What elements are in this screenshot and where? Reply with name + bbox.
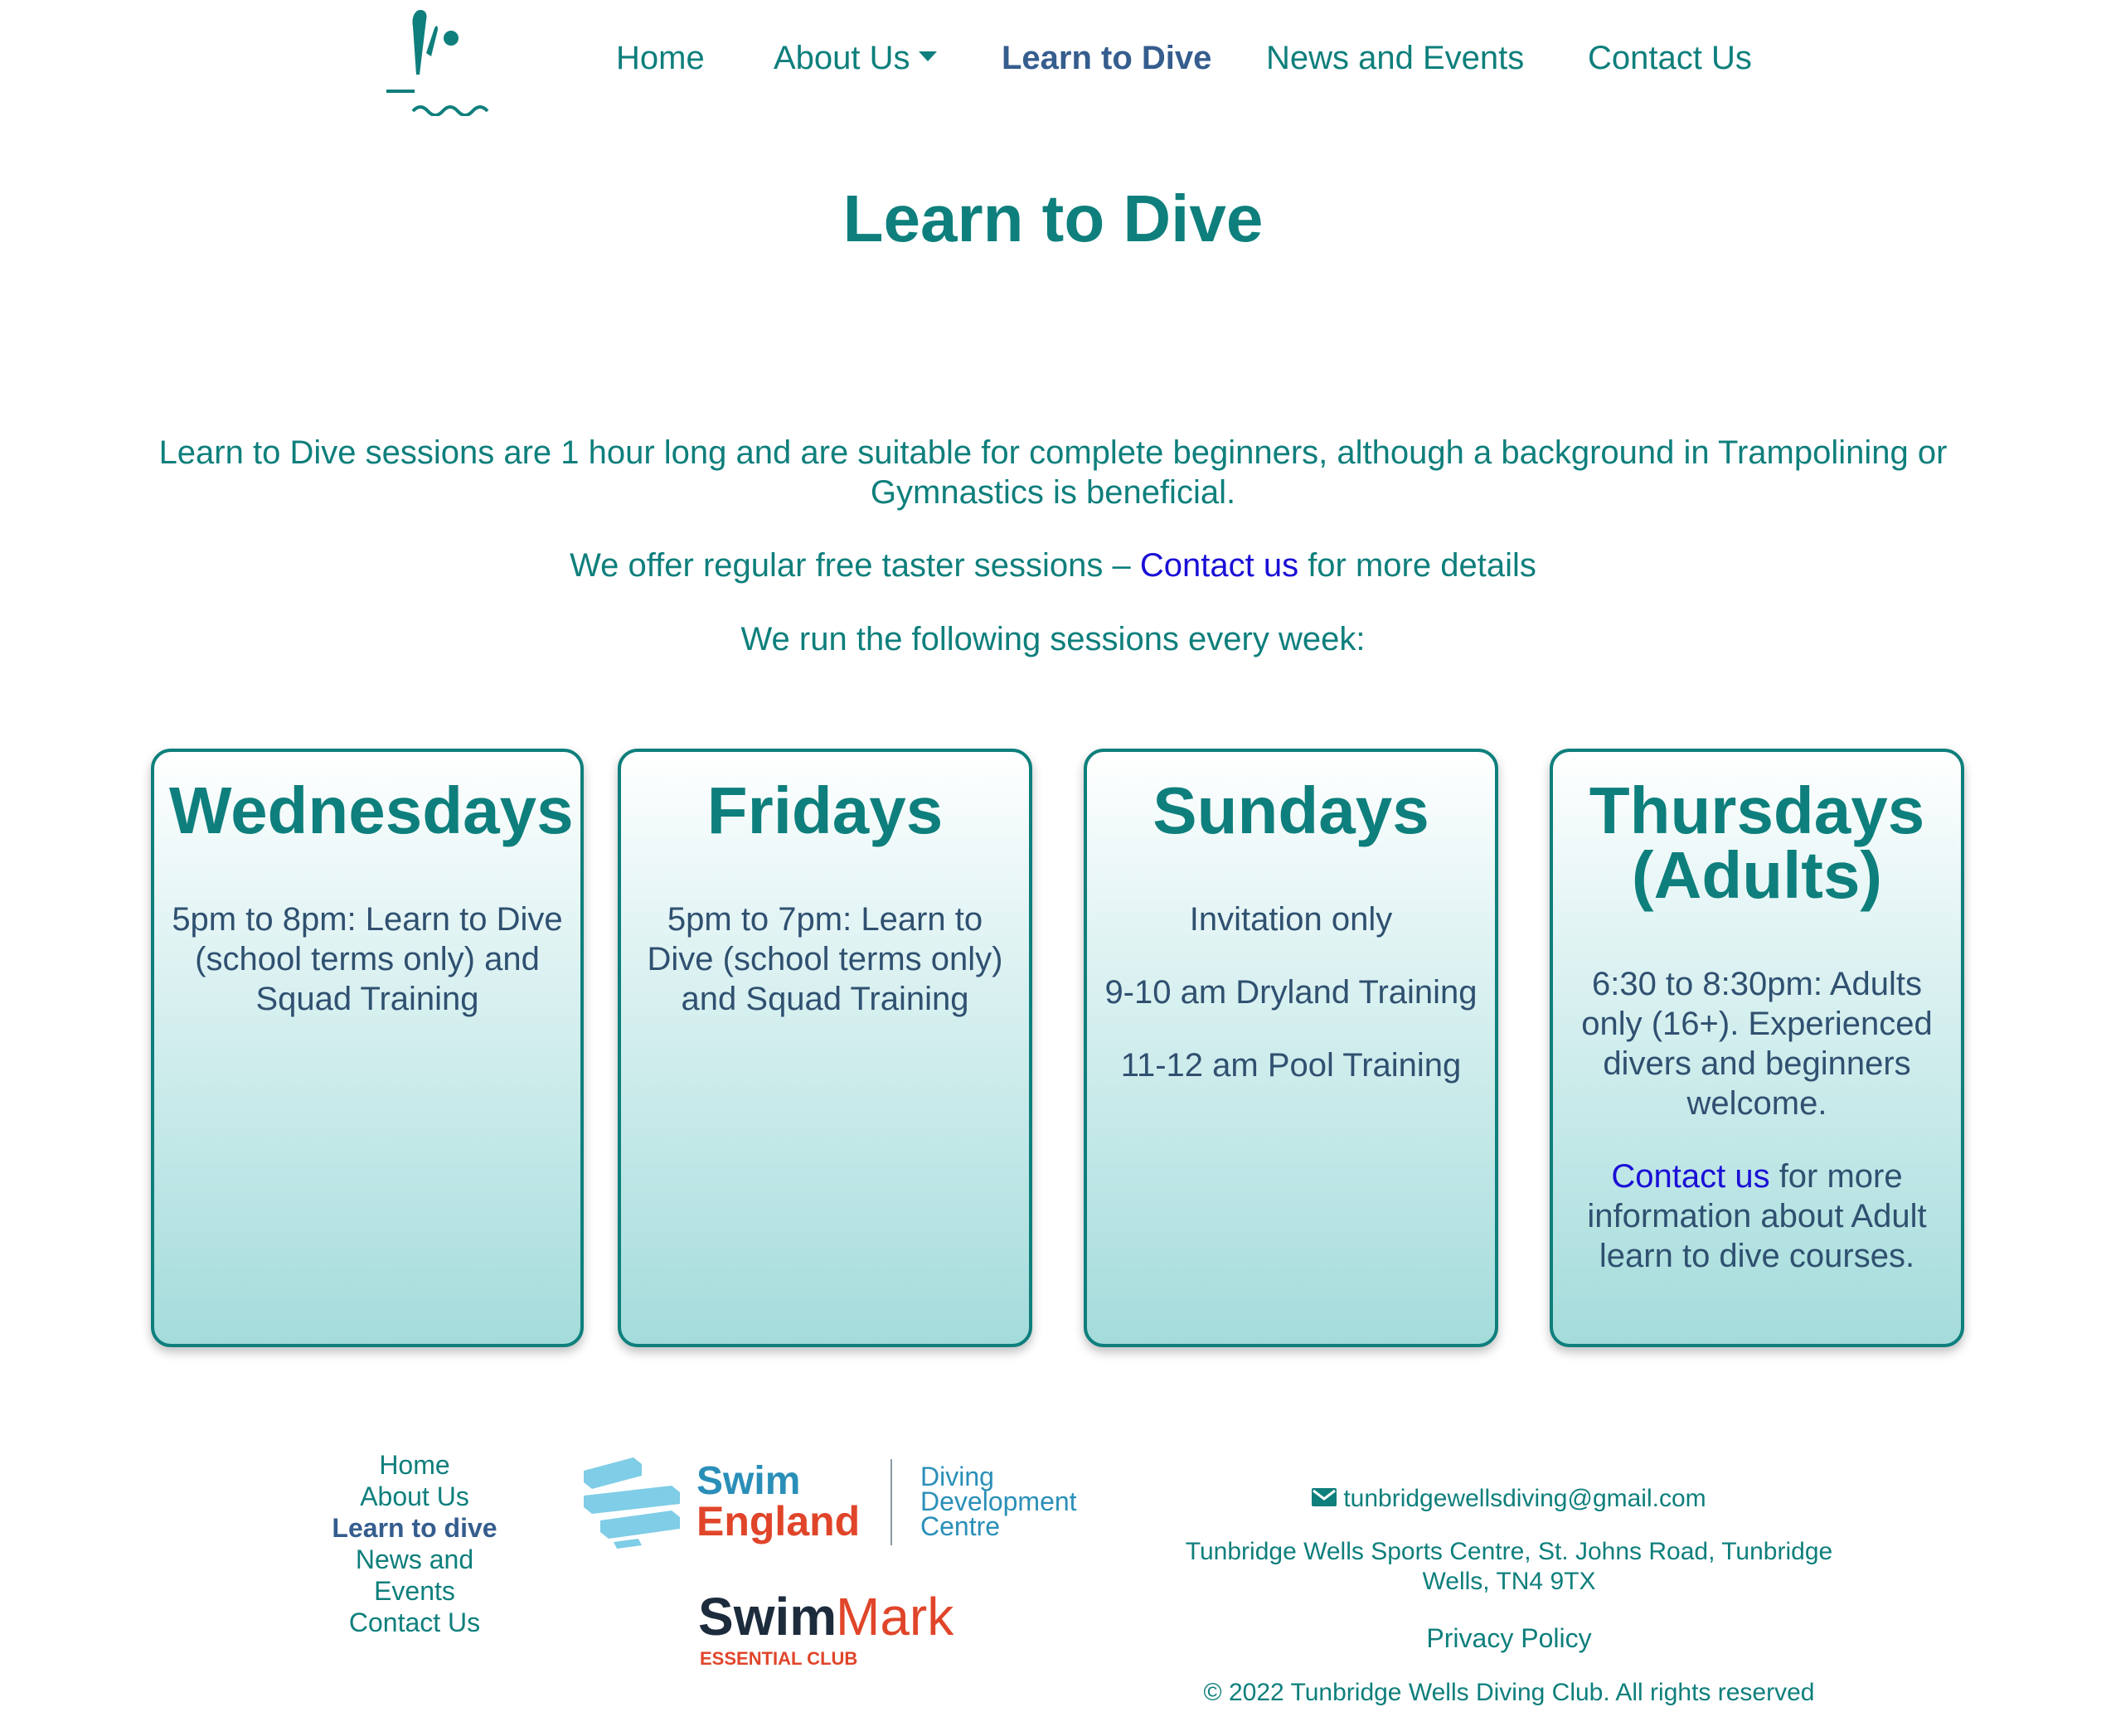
card-body: 5pm to 8pm: Learn to Dive (school terms … xyxy=(169,900,565,1019)
footer-nav-about-us[interactable]: About Us xyxy=(315,1481,514,1512)
footer-nav-learn-to-dive[interactable]: Learn to dive xyxy=(315,1512,514,1544)
nav-learn-to-dive[interactable]: Learn to Dive xyxy=(1002,40,1211,77)
card-line: 5pm to 8pm: Learn to Dive (school terms … xyxy=(172,901,563,1017)
envelope-icon xyxy=(1312,1488,1337,1507)
footer-email[interactable]: tunbridgewellsdiving@gmail.com xyxy=(1177,1484,1841,1514)
footer-address: Tunbridge Wells Sports Centre, St. Johns… xyxy=(1185,1538,1833,1595)
card-line: 11-12 am Pool Training xyxy=(1120,1047,1462,1084)
card-line: Invitation only xyxy=(1189,901,1393,938)
diving-club-logo[interactable] xyxy=(383,3,497,116)
nav-home[interactable]: Home xyxy=(616,40,705,77)
card-title: Wednesdays xyxy=(169,773,574,847)
session-card-wednesdays: Wednesdays 5pm to 8pm: Learn to Dive (sc… xyxy=(151,749,584,1347)
swim-england-line2: England xyxy=(696,1498,860,1544)
swimmark-logo: Swim Mark ESSENTIAL CLUB xyxy=(698,1587,954,1669)
card-line: 5pm to 7pm: Learn to Dive (school terms … xyxy=(647,901,1003,1017)
swim-england-ddc-logo: Swim England Diving Development Centre xyxy=(584,1457,1077,1549)
sessions-intro: We run the following sessions every week… xyxy=(740,621,1366,657)
nav-contact-us[interactable]: Contact Us xyxy=(1588,40,1752,77)
page-title: Learn to Dive xyxy=(842,182,1264,255)
taster-paragraph: We offer regular free taster sessions – … xyxy=(149,546,1957,585)
chevron-down-icon xyxy=(918,51,937,62)
session-card-fridays: Fridays 5pm to 7pm: Learn to Dive (schoo… xyxy=(618,749,1032,1347)
card-title: Thursdays (Adults) xyxy=(1589,773,1925,912)
card-body: 6:30 to 8:30pm: Adults only (16+). Exper… xyxy=(1568,964,1946,1276)
card-body: Invitation only 9-10 am Dryland Training… xyxy=(1102,900,1480,1085)
footer-nav: Home About Us Learn to dive News and Eve… xyxy=(315,1449,514,1638)
nav-news-and-events[interactable]: News and Events xyxy=(1266,40,1524,77)
intro-paragraph: Learn to Dive sessions are 1 hour long a… xyxy=(158,434,1948,511)
taster-text-after: for more details xyxy=(1298,547,1536,584)
swimmark-sub: ESSENTIAL CLUB xyxy=(700,1648,857,1669)
footer-nav-home[interactable]: Home xyxy=(315,1449,514,1481)
footer-nav-contact-us[interactable]: Contact Us xyxy=(315,1607,514,1638)
card-line: 9-10 am Dryland Training xyxy=(1104,974,1478,1011)
swimmark-mark: Mark xyxy=(836,1587,954,1646)
privacy-policy-link[interactable]: Privacy Policy xyxy=(1177,1623,1841,1653)
session-card-thursdays-adults: Thursdays (Adults) 6:30 to 8:30pm: Adult… xyxy=(1550,749,1964,1347)
card-title: Sundays xyxy=(1152,773,1429,847)
ddc-line3: Centre xyxy=(920,1511,1000,1541)
copyright-text: © 2022 Tunbridge Wells Diving Club. All … xyxy=(1203,1679,1815,1706)
nav-about-us[interactable]: About Us xyxy=(774,40,937,77)
card-title: Fridays xyxy=(706,773,944,847)
swimmark-swim: Swim xyxy=(698,1587,837,1646)
swim-england-line1: Swim xyxy=(696,1459,800,1503)
session-card-sundays: Sundays Invitation only 9-10 am Dryland … xyxy=(1084,749,1498,1347)
site-header: Home About Us Learn to Dive News and Eve… xyxy=(0,0,2106,124)
footer-nav-news-and-events[interactable]: News and Events xyxy=(315,1544,514,1607)
card-body: 5pm to 7pm: Learn to Dive (school terms … xyxy=(636,900,1014,1019)
adult-contact-us-link[interactable]: Contact us xyxy=(1611,1158,1769,1195)
contact-us-link[interactable]: Contact us xyxy=(1140,547,1298,584)
card-line: 6:30 to 8:30pm: Adults only (16+). Exper… xyxy=(1581,966,1933,1122)
taster-text: We offer regular free taster sessions – xyxy=(570,547,1140,584)
email-address: tunbridgewellsdiving@gmail.com xyxy=(1343,1485,1706,1512)
nav-about-us-label: About Us xyxy=(774,40,910,76)
card-line: Contact us for more information about Ad… xyxy=(1568,1157,1946,1276)
